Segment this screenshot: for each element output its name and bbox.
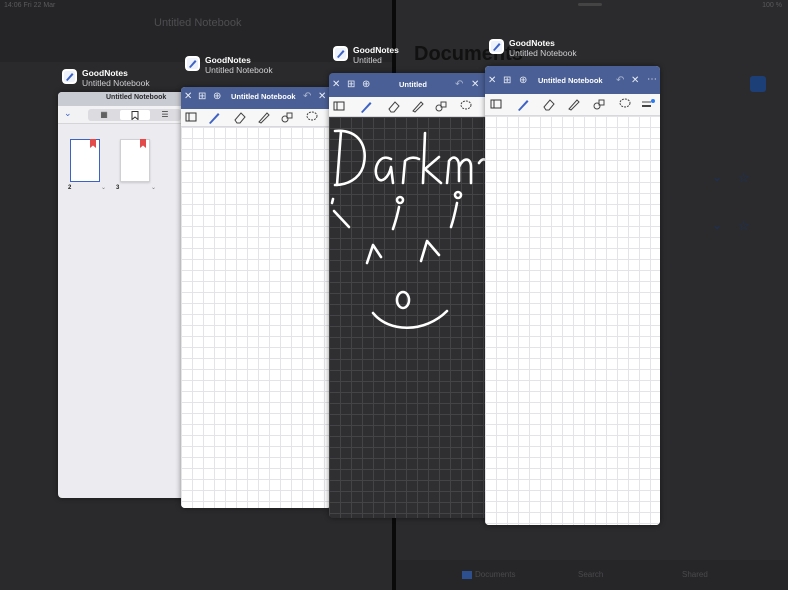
lasso-icon[interactable] [618, 97, 632, 111]
view-segmented-control[interactable]: ▦ ☰ [88, 109, 181, 121]
app-card-thumbnails[interactable]: Untitled Notebook ⌄ ▦ ☰ 2 ⌄ 3 ⌄ [58, 92, 198, 498]
chevron-down-icon: ⌄ [712, 218, 723, 232]
add-page-icon[interactable]: ⊕ [362, 79, 370, 91]
tab-search: Search [578, 570, 604, 579]
pen-color-icon[interactable] [641, 97, 655, 111]
nav-bar: ✕ ⊞ ⊕ Untitled Notebook ↶ ✕ [181, 87, 331, 109]
undo-icon[interactable]: ↶ [616, 75, 624, 87]
pen-icon[interactable] [516, 97, 530, 111]
undo-icon[interactable]: ↶ [303, 91, 311, 103]
grid-icon[interactable]: ⊞ [198, 91, 206, 103]
page-number: 3 [116, 185, 120, 191]
sidebar-icon[interactable] [332, 99, 346, 113]
notebook-title: Untitled [399, 80, 427, 89]
dark-notebook-canvas[interactable] [329, 117, 489, 518]
collapse-chevron-icon[interactable]: ⌄ [64, 108, 72, 119]
new-document-icon [750, 76, 766, 92]
notebook-canvas[interactable] [181, 127, 331, 508]
app-card-notebook-1[interactable]: ✕ ⊞ ⊕ Untitled Notebook ↶ ✕ [181, 87, 331, 508]
page-number: 2 [68, 185, 72, 191]
tab-documents: Documents [462, 570, 515, 579]
app-label-1: GoodNotes Untitled Notebook [62, 68, 150, 88]
goodnotes-app-icon [62, 69, 77, 84]
sidebar-icon[interactable] [489, 97, 503, 111]
page-thumbnail[interactable] [120, 139, 150, 182]
close-icon[interactable]: ✕ [184, 91, 192, 103]
nav-bar: ✕ ⊞ ⊕ Untitled Notebook ↶ ✕ ⋯ [485, 66, 660, 94]
page-options-icon[interactable]: ⌄ [151, 184, 156, 191]
app-card-notebook-2[interactable]: ✕ ⊞ ⊕ Untitled Notebook ↶ ✕ ⋯ [485, 66, 660, 525]
shapes-icon[interactable] [592, 97, 606, 111]
pen-icon[interactable] [207, 110, 221, 124]
thumbnail-header: ⌄ ▦ ☰ [58, 106, 198, 124]
close-icon[interactable]: ✕ [631, 75, 639, 87]
close-icon[interactable]: ✕ [471, 79, 479, 91]
bookmark-view-icon[interactable] [120, 110, 150, 121]
highlighter-icon[interactable] [567, 97, 581, 111]
app-card-dark-notebook[interactable]: ✕ ⊞ ⊕ Untitled ↶ ✕ [329, 73, 489, 518]
lasso-icon[interactable] [459, 99, 473, 113]
add-page-icon[interactable]: ⊕ [213, 91, 221, 103]
tool-bar [181, 109, 331, 127]
app-label-2: GoodNotes Untitled Notebook [185, 55, 273, 75]
highlighter-icon[interactable] [411, 99, 425, 113]
card-title: Untitled Notebook [106, 94, 167, 101]
notebook-canvas[interactable] [485, 116, 660, 525]
app-label-4: GoodNotes Untitled Notebook [489, 38, 577, 58]
goodnotes-app-icon [185, 56, 200, 71]
tool-bar [485, 94, 660, 116]
bookmark-icon [140, 139, 146, 148]
eraser-icon[interactable] [542, 97, 556, 111]
notebook-title: Untitled Notebook [538, 76, 603, 85]
page-options-icon[interactable]: ⌄ [101, 184, 106, 191]
tool-bar [329, 97, 489, 117]
outline-view-icon[interactable]: ☰ [150, 110, 180, 120]
lasso-icon[interactable] [305, 110, 319, 124]
pen-icon[interactable] [359, 99, 373, 113]
goodnotes-app-icon [333, 46, 348, 61]
background-notebook-title: Untitled Notebook [154, 17, 242, 29]
close-icon[interactable]: ✕ [332, 79, 340, 91]
page-thumbnail[interactable] [70, 139, 100, 182]
grid-icon[interactable]: ⊞ [347, 79, 355, 91]
eraser-icon[interactable] [387, 99, 401, 113]
more-icon[interactable]: ⋯ [647, 74, 657, 86]
multitask-handle [578, 3, 602, 6]
highlighter-icon[interactable] [257, 110, 271, 124]
notebook-title: Untitled Notebook [231, 92, 296, 101]
add-page-icon[interactable]: ⊕ [519, 75, 527, 87]
goodnotes-app-icon [489, 39, 504, 54]
star-icon: ☆ [738, 170, 750, 185]
card-title-strip: Untitled Notebook [58, 92, 198, 106]
status-time: 14:06 Fri 22 Mar [4, 2, 56, 9]
close-icon[interactable]: ✕ [488, 75, 496, 87]
app-label-3: GoodNotes Untitled [333, 45, 399, 65]
eraser-icon[interactable] [233, 110, 247, 124]
shapes-icon[interactable] [280, 110, 294, 124]
shapes-icon[interactable] [434, 99, 448, 113]
chevron-down-icon: ⌄ [712, 170, 723, 184]
bookmark-icon [90, 139, 96, 148]
close-icon[interactable]: ✕ [318, 91, 326, 103]
handwriting-drawing [330, 129, 489, 330]
sidebar-icon[interactable] [184, 110, 198, 124]
status-battery: 100 % [762, 2, 782, 9]
star-icon: ☆ [738, 218, 750, 233]
tab-shared: Shared [682, 570, 708, 579]
undo-icon[interactable]: ↶ [455, 79, 463, 91]
nav-bar: ✕ ⊞ ⊕ Untitled ↶ ✕ [329, 73, 489, 97]
grid-view-icon[interactable]: ▦ [89, 110, 119, 120]
grid-icon[interactable]: ⊞ [503, 75, 511, 87]
